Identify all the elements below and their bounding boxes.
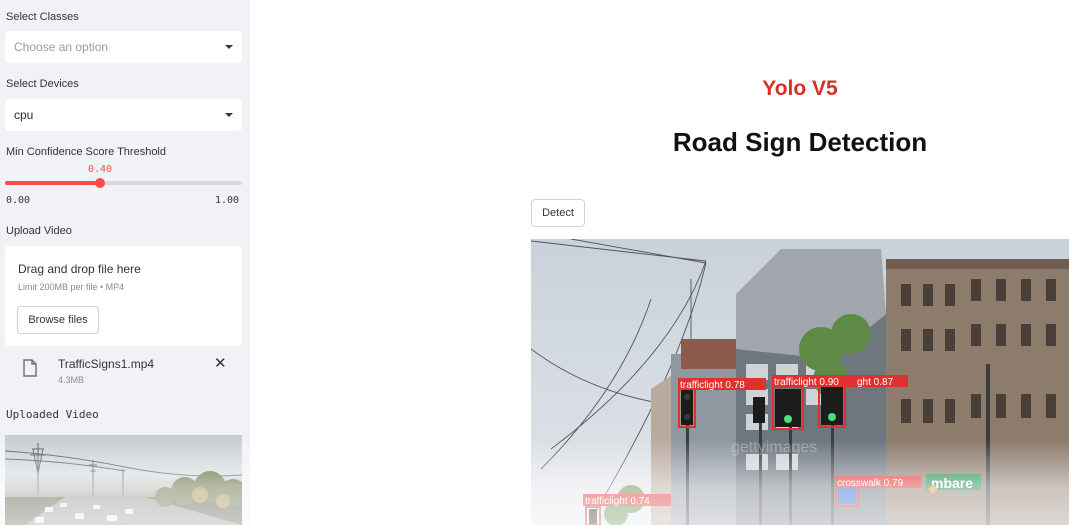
file-name: TrafficSigns1.mp4 <box>58 357 155 371</box>
confidence-min: 0.00 <box>6 195 31 206</box>
confidence-max: 1.00 <box>215 195 240 206</box>
confidence-slider-value: 0.40 <box>88 164 113 175</box>
uploaded-file-row: TrafficSigns1.mp4 4.3MB ✕ <box>5 352 242 392</box>
select-devices-value: cpu <box>14 108 34 122</box>
sidebar: Select Classes Choose an option Select D… <box>0 0 250 525</box>
file-icon <box>23 359 37 377</box>
uploaded-video-label: Uploaded Video <box>6 408 99 421</box>
uploaded-video-preview[interactable] <box>5 435 242 525</box>
detection-label: ght 0.87 <box>857 377 894 388</box>
file-dropzone[interactable]: Drag and drop file here Limit 200MB per … <box>5 246 242 346</box>
main-content: Yolo V5 Road Sign Detection Detect getty… <box>250 0 1069 525</box>
watermark-text: gettyimages <box>731 439 817 456</box>
close-icon[interactable]: ✕ <box>214 354 227 372</box>
detection-label: crosswalk 0.79 <box>837 478 904 489</box>
select-classes-label: Select Classes <box>6 11 79 23</box>
caret-down-icon <box>225 45 233 49</box>
detect-button[interactable]: Detect <box>531 199 585 227</box>
dropzone-limit: Limit 200MB per file • MP4 <box>18 282 125 292</box>
confidence-slider-thumb[interactable] <box>95 178 105 188</box>
select-classes-placeholder: Choose an option <box>14 40 109 54</box>
confidence-slider-fill <box>5 181 100 185</box>
street-scene-image: gettyimages mbare trafficlight 0.78 traf… <box>531 239 1069 525</box>
detection-label: trafficlight 0.90 <box>774 377 839 388</box>
upload-video-label: Upload Video <box>6 225 72 237</box>
confidence-slider[interactable] <box>5 178 242 188</box>
page-title: Road Sign Detection <box>672 127 928 157</box>
detection-label: trafficlight 0.78 <box>680 380 745 391</box>
dropzone-title: Drag and drop file here <box>18 262 141 276</box>
caret-down-icon <box>225 113 233 117</box>
select-devices-label: Select Devices <box>6 78 79 90</box>
detection-label: trafficlight 0.74 <box>585 496 650 507</box>
confidence-label: Min Confidence Score Threshold <box>6 146 166 158</box>
file-size: 4.3MB <box>58 375 85 385</box>
detection-video-frame[interactable]: gettyimages mbare trafficlight 0.78 traf… <box>531 239 1069 525</box>
browse-files-button[interactable]: Browse files <box>17 306 99 334</box>
select-classes-dropdown[interactable]: Choose an option <box>5 31 242 63</box>
model-subtitle: Yolo V5 <box>762 77 838 100</box>
highway-scene-image <box>5 443 242 525</box>
select-devices-dropdown[interactable]: cpu <box>5 99 242 131</box>
